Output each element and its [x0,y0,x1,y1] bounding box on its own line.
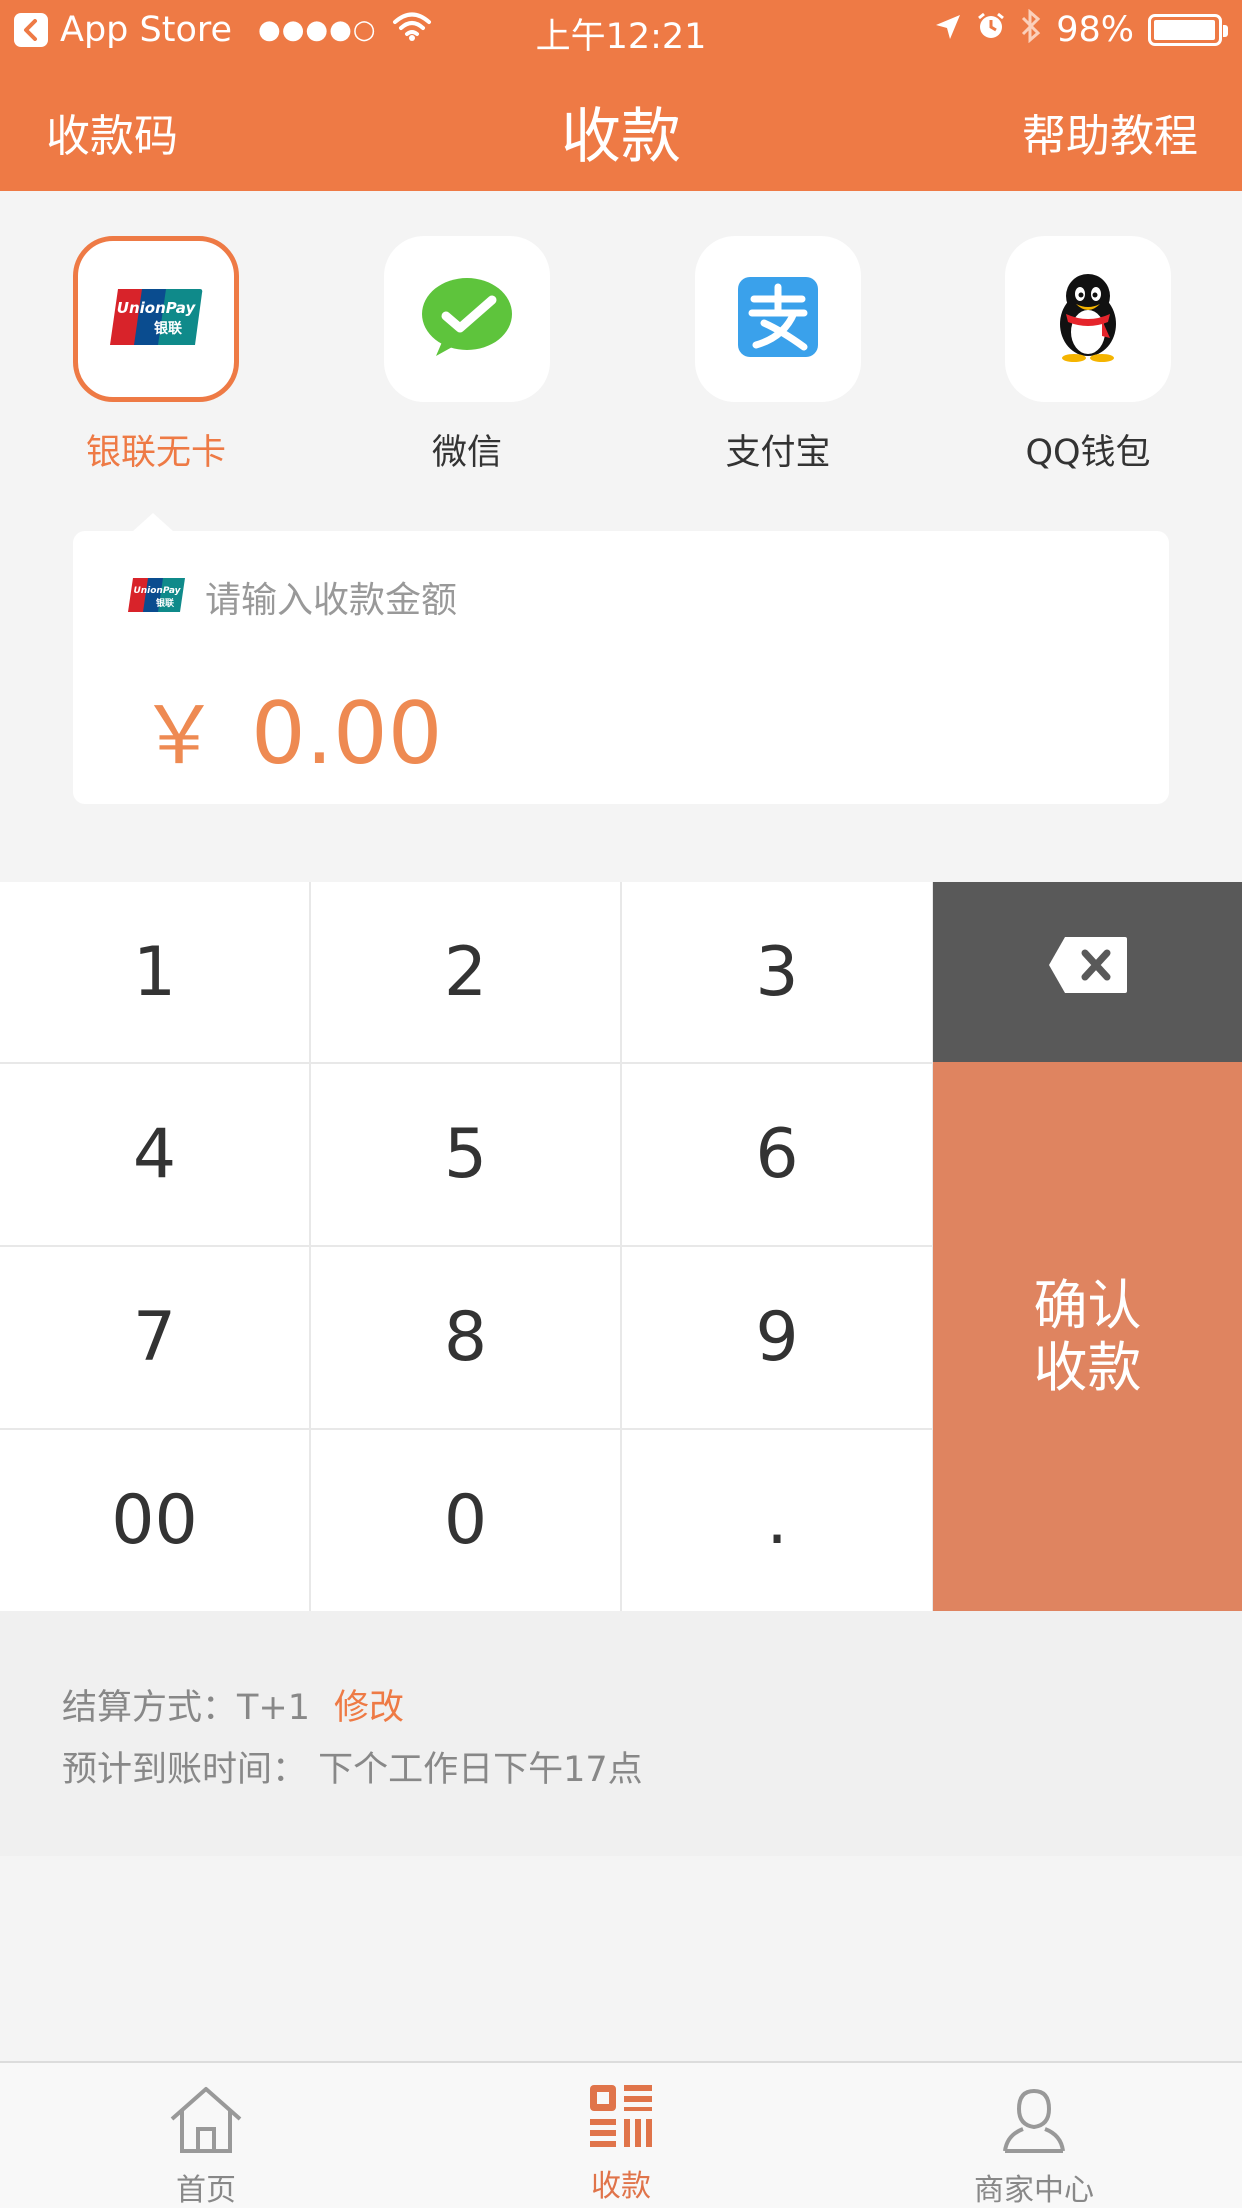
amount-card[interactable]: UnionPay 银联 请输入收款金额 ￥ 0.00 [73,513,1169,804]
svg-text:UnionPay: UnionPay [117,299,197,317]
tab-label: 首页 [176,2173,236,2208]
method-qq-wallet[interactable]: QQ钱包 [1005,236,1171,475]
tab-label: 商家中心 [974,2173,1094,2208]
alarm-icon [976,10,1006,50]
help-tutorial-link[interactable]: 帮助教程 [1022,100,1198,164]
method-wechat[interactable]: 微信 [384,236,550,475]
tab-home[interactable]: 首页 [106,2085,306,2208]
key-8[interactable]: 8 [311,1247,620,1428]
user-icon [999,2088,1069,2159]
backspace-icon [1047,933,1129,1012]
tab-receive[interactable]: 收款 [521,2085,721,2205]
battery-level [1154,20,1215,40]
alipay-icon [738,277,818,361]
qq-wallet-icon [1050,272,1126,366]
location-arrow-icon [934,10,962,50]
edit-settlement-link[interactable]: 修改 [334,1688,404,1728]
status-bar: App Store ●●●●○ 上午12:21 98% [0,0,1242,60]
key-5[interactable]: 5 [311,1064,620,1245]
delete-key[interactable] [933,882,1242,1062]
svg-text:银联: 银联 [154,320,183,337]
method-alipay[interactable]: 支付宝 [695,236,861,475]
unionpay-small-icon: UnionPay 银联 [127,576,187,618]
tab-label: 收款 [591,2169,651,2204]
svg-text:银联: 银联 [156,597,175,609]
key-00[interactable]: 00 [0,1430,309,1611]
confirm-label-line1: 确认 [1033,1273,1142,1337]
battery-icon [1148,14,1228,46]
confirm-label-line2: 收款 [1033,1335,1142,1399]
settlement-eta: 预计到账时间： 下个工作日下午17点 [62,1750,643,1790]
svg-text:UnionPay: UnionPay [133,586,181,596]
numeric-keypad: 1 2 3 4 5 6 7 8 9 00 0 . 确认 收款 [0,882,1242,1611]
key-0[interactable]: 0 [311,1430,620,1611]
key-7[interactable]: 7 [0,1247,309,1428]
settlement-method: 结算方式：T+1 [62,1688,310,1728]
method-unionpay[interactable]: UnionPay 银联 银联无卡 [73,236,239,475]
home-icon [168,2087,244,2159]
method-label: 银联无卡 [85,433,226,473]
key-4[interactable]: 4 [0,1064,309,1245]
amount-display: ￥ 0.00 [139,671,442,787]
nav-bar: 收款码 收款 帮助教程 [0,60,1242,191]
amount-placeholder: 请输入收款金额 [205,580,458,621]
confirm-receive-button[interactable]: 确认 收款 [933,1062,1242,1611]
method-label: 微信 [431,433,502,473]
key-9[interactable]: 9 [622,1247,932,1428]
settlement-info: 结算方式：T+1 修改 预计到账时间： 下个工作日下午17点 [0,1611,1242,1856]
qr-receive-icon [590,2085,652,2155]
wechat-icon [420,276,514,362]
method-label: 支付宝 [725,433,831,473]
tab-merchant-center[interactable]: 商家中心 [934,2085,1134,2208]
header: App Store ●●●●○ 上午12:21 98% 收款码 收款 帮助教程 [0,0,1242,191]
currency-symbol: ￥ [139,689,219,782]
bluetooth-icon [1020,8,1042,52]
method-label: QQ钱包 [1025,433,1151,473]
key-2[interactable]: 2 [311,882,620,1062]
key-3[interactable]: 3 [622,882,932,1062]
key-6[interactable]: 6 [622,1064,932,1245]
key-1[interactable]: 1 [0,882,309,1062]
key-decimal[interactable]: . [622,1430,932,1611]
unionpay-icon: UnionPay 银联 [108,285,204,353]
amount-value: 0.00 [251,684,443,784]
tab-bar: 首页 收款 商家中心 [0,2061,1242,2208]
battery-percent: 98% [1056,10,1134,50]
